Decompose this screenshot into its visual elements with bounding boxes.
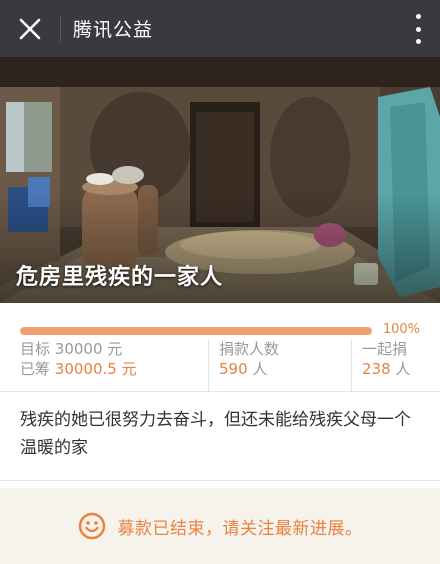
stats-row: 目标 30000 元 已筹 30000.5 元 捐款人数 590 人 一起捐 2… [0, 339, 440, 391]
progress-fill [20, 327, 372, 335]
together-unit: 人 [395, 360, 411, 378]
progress-bar [20, 327, 372, 335]
hero-image: 危房里残疾的一家人 [0, 57, 440, 303]
navbar: 腾讯公益 [0, 0, 440, 57]
campaign-title: 危房里残疾的一家人 [16, 265, 224, 290]
stat-target-raised: 目标 30000 元 已筹 30000.5 元 [20, 339, 208, 391]
donors-value: 590 [219, 360, 248, 378]
more-button[interactable] [410, 14, 426, 44]
progress-section: 100% [0, 303, 440, 339]
close-icon [19, 18, 41, 39]
close-button[interactable] [0, 0, 60, 57]
target-label: 目标 [20, 340, 51, 358]
raised-value: 30000.5 元 [54, 360, 137, 378]
page-title: 腾讯公益 [73, 19, 154, 41]
progress-percent: 100% [382, 322, 420, 337]
more-vertical-icon [415, 14, 421, 19]
donors-label: 捐款人数 [219, 340, 280, 358]
stat-together[interactable]: 一起捐 238 人 [351, 339, 420, 391]
donors-unit: 人 [252, 360, 268, 378]
together-value: 238 [362, 360, 391, 378]
raised-label: 已筹 [20, 360, 51, 378]
together-label: 一起捐 [362, 340, 408, 358]
status-footer: 募款已结束，请关注最新进展。 [0, 488, 440, 564]
target-value: 30000 元 [54, 340, 123, 358]
campaign-description: 残疾的她已很努力去奋斗，但还未能给残疾父母一个温暖的家 [0, 391, 440, 481]
stat-donors: 捐款人数 590 人 [208, 339, 351, 391]
smile-icon [78, 512, 105, 540]
navbar-divider [60, 15, 61, 42]
status-text: 募款已结束，请关注最新进展。 [117, 518, 363, 539]
